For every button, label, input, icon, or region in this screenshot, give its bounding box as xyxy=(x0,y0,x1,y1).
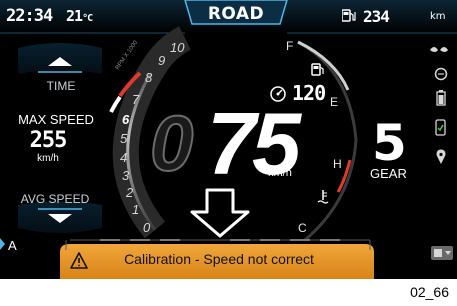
speed-limiter-value: 120 xyxy=(292,81,326,105)
avg-speed-down-button[interactable] xyxy=(18,201,102,234)
temp-hot-label: H xyxy=(333,157,342,171)
max-speed-label: MAX SPEED xyxy=(18,112,94,127)
rpm-tick-3: 3 xyxy=(122,168,130,183)
rpm-tick-2: 2 xyxy=(125,185,134,200)
rpm-tick-8: 8 xyxy=(145,70,153,85)
fuel-range-unit: km xyxy=(430,11,446,22)
speed-ghost-digit: 0 xyxy=(149,99,194,187)
alert-message: Calibration - Speed not correct xyxy=(124,251,314,267)
side-caret-icon xyxy=(0,238,5,250)
menu-icon[interactable] xyxy=(431,246,453,260)
arrow-down-icon xyxy=(190,188,250,238)
max-speed-value: 255 xyxy=(29,128,68,153)
rpm-tick-7: 7 xyxy=(132,92,140,107)
rpm-tick-0: 0 xyxy=(143,220,151,235)
clock-time: 22:34 xyxy=(6,6,53,26)
coolant-temp-icon xyxy=(317,190,329,204)
avg-speed-label: AVG SPEED xyxy=(20,192,90,206)
connectivity-icon xyxy=(430,47,448,52)
rpm-tick-6: 6 xyxy=(122,112,130,127)
fuel-range-icon xyxy=(342,9,356,22)
temperature-value: 21 xyxy=(66,7,83,25)
phone-icon[interactable] xyxy=(435,119,446,136)
rpm-tick-9: 9 xyxy=(158,53,165,68)
gear-label: GEAR xyxy=(370,166,407,181)
riding-mode-tab[interactable]: ROAD xyxy=(201,4,271,24)
gear-value: 5 xyxy=(372,114,407,172)
battery-icon xyxy=(436,90,446,106)
side-menu-label[interactable]: A xyxy=(8,238,17,253)
max-speed-unit: km/h xyxy=(37,153,59,164)
ambient-temperature: 21°C xyxy=(66,7,93,25)
fuel-pump-icon xyxy=(311,63,324,76)
rpm-tick-4: 4 xyxy=(120,150,127,165)
time-up-button[interactable] xyxy=(18,43,102,74)
fuel-full-label: F xyxy=(286,39,293,53)
rpm-scale-label: RPM X 1000 xyxy=(115,39,140,71)
temp-cold-label: C xyxy=(298,221,307,235)
temperature-unit: °C xyxy=(82,13,93,24)
time-label: TIME xyxy=(46,79,76,93)
fuel-range-value: 234 xyxy=(363,7,390,26)
rpm-tick-1: 1 xyxy=(132,202,139,217)
right-icon-column xyxy=(430,47,453,260)
location-icon[interactable] xyxy=(436,149,446,164)
speed-unit: km/h xyxy=(268,167,292,179)
dashboard-screen: 0 1 2 3 4 5 6 7 8 9 10 RPM X 1000 F E H xyxy=(0,0,457,279)
rpm-tick-10: 10 xyxy=(170,40,185,55)
figure-caption: 02_66 xyxy=(410,284,449,300)
chat-icon[interactable] xyxy=(434,67,448,81)
rpm-tick-5: 5 xyxy=(120,131,128,146)
fuel-empty-label: E xyxy=(330,95,338,109)
